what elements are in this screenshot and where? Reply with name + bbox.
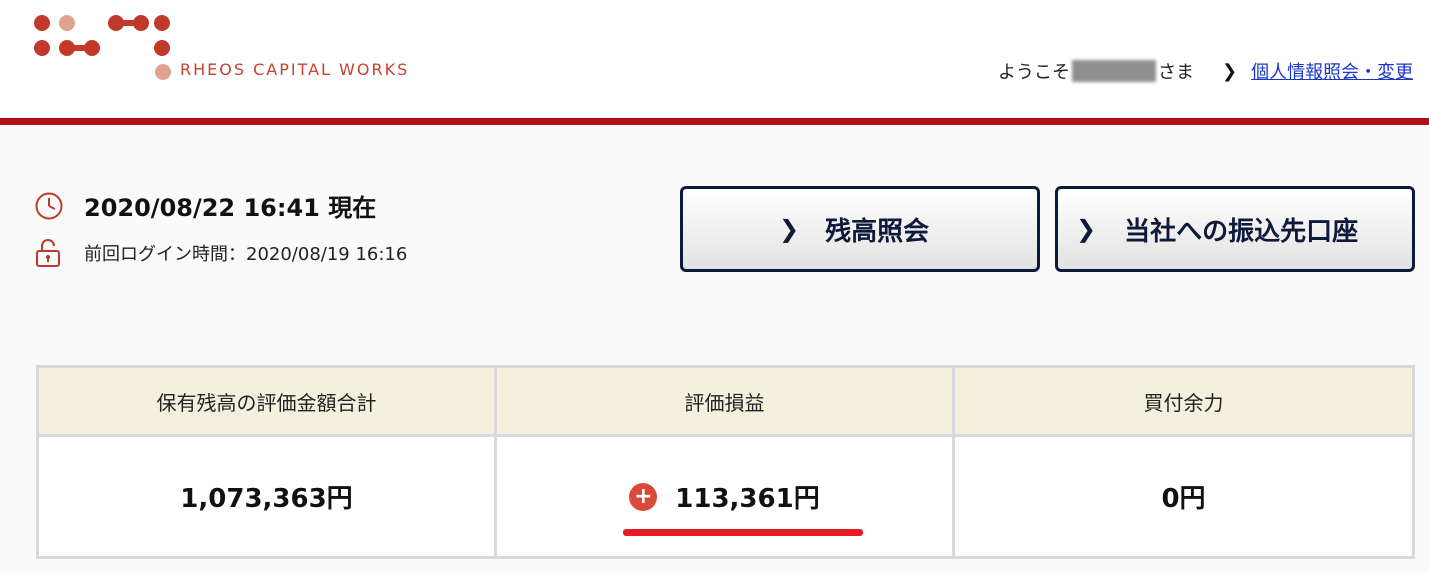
current-time: 2020/08/22 16:41 現在	[84, 194, 377, 222]
buying-power-amount: 0円	[1161, 484, 1206, 514]
balance-inquiry-label: 残高照会	[825, 216, 930, 247]
app-window: RHEOS CAPITAL WORKS ようこそ さま ❯ 個人情報照会・変更 …	[0, 0, 1429, 573]
highlight-underline	[623, 529, 863, 536]
total-valuation-amount: 1,073,363円	[180, 484, 353, 514]
profile-link[interactable]: 個人情報照会・変更	[1251, 58, 1413, 84]
profile-link-container: ❯ 個人情報照会・変更	[1222, 58, 1413, 84]
value-total-valuation: 1,073,363円	[39, 437, 497, 556]
welcome-message: ようこそ さま	[998, 58, 1194, 84]
unrealized-gain-amount: 113,361円	[675, 484, 820, 514]
masked-user-name	[1072, 60, 1156, 82]
welcome-suffix: さま	[1158, 62, 1194, 83]
chevron-right-icon: ❯	[779, 215, 800, 243]
balance-inquiry-button[interactable]: ❯ 残高照会	[680, 186, 1040, 272]
portfolio-summary-table: 保有残高の評価金額合計 評価損益 買付余力 1,073,363円 + 113,3…	[36, 365, 1415, 559]
chevron-right-icon: ❯	[1076, 215, 1097, 243]
clock-icon	[35, 192, 63, 219]
header-total-valuation: 保有残高の評価金額合計	[39, 368, 497, 437]
transfer-account-label: 当社への振込先口座	[1124, 216, 1359, 247]
header-unrealized-gain: 評価損益	[497, 368, 955, 437]
plus-icon: +	[629, 482, 658, 511]
transfer-account-button[interactable]: ❯ 当社への振込先口座	[1055, 186, 1415, 272]
header-divider	[0, 118, 1429, 125]
chevron-right-icon: ❯	[1222, 60, 1238, 82]
last-login-row: 前回ログイン時間：2020/08/19 16:16	[34, 238, 407, 268]
welcome-prefix: ようこそ	[998, 62, 1070, 83]
header-buying-power: 買付余力	[955, 368, 1412, 437]
value-unrealized-gain: + 113,361円	[497, 437, 955, 556]
unlock-icon	[36, 239, 60, 267]
current-time-row: 2020/08/22 16:41 現在	[34, 188, 376, 223]
brand-name: RHEOS CAPITAL WORKS	[180, 60, 410, 79]
header: RHEOS CAPITAL WORKS ようこそ さま ❯ 個人情報照会・変更	[0, 0, 1429, 118]
last-login-time: 前回ログイン時間：2020/08/19 16:16	[84, 244, 408, 265]
value-buying-power: 0円	[955, 437, 1412, 556]
